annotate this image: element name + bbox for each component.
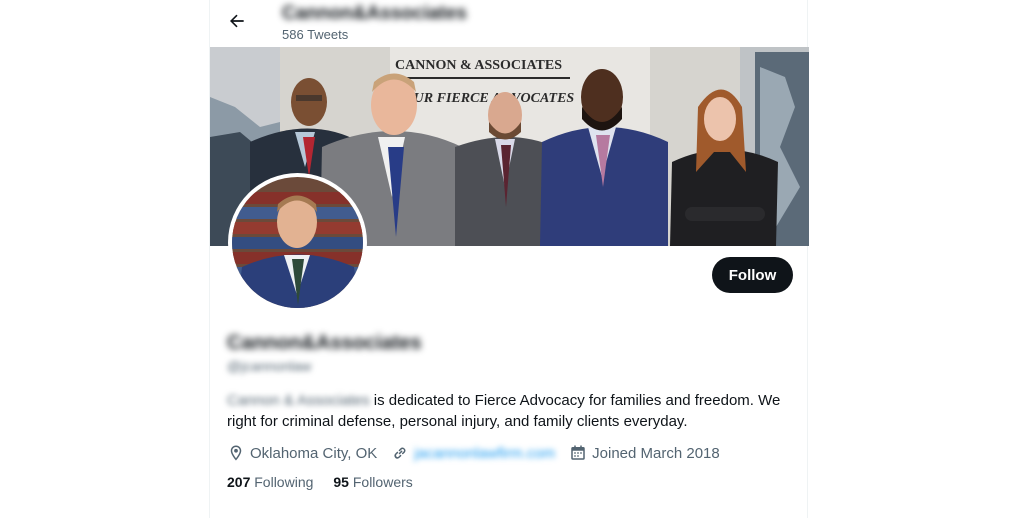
profile-display-name: Cannon&Associates — [227, 332, 422, 354]
following-link[interactable]: 207 Following — [227, 474, 313, 490]
location-text: Oklahoma City, OK — [250, 444, 378, 462]
joined-item: Joined March 2018 — [569, 444, 720, 462]
following-count: 207 — [227, 474, 251, 490]
joined-text: Joined March 2018 — [592, 444, 720, 462]
link-icon — [394, 447, 406, 459]
profile-column: Cannon&Associates 586 Tweets CANNON & AS… — [209, 0, 809, 518]
calendar-icon — [571, 445, 585, 460]
avatar-image — [232, 177, 363, 308]
banner-sign-line2: YOUR FIERCE ADVOCATES — [395, 91, 574, 106]
followers-link[interactable]: 95 Followers — [333, 474, 412, 490]
banner-sign-line1: CANNON & ASSOCIATES — [395, 58, 562, 73]
bio-mention-link[interactable]: Cannon & Associates — [227, 392, 370, 409]
back-button[interactable] — [220, 4, 254, 38]
location-pin-icon — [230, 445, 242, 461]
website-link[interactable]: jacannonlawfirm.com — [414, 445, 555, 462]
profile-stats: 207 Following 95 Followers — [227, 474, 433, 490]
profile-header-bar: Cannon&Associates 586 Tweets — [210, 0, 809, 47]
website-item: jacannonlawfirm.com — [391, 444, 555, 462]
following-label: Following — [250, 474, 314, 490]
follow-button[interactable]: Follow — [712, 257, 793, 293]
location-item: Oklahoma City, OK — [227, 444, 377, 462]
followers-label: Followers — [348, 474, 413, 490]
followers-count: 95 — [333, 474, 349, 490]
arrow-left-icon — [230, 14, 244, 28]
profile-bio: Cannon & Associates is dedicated to Fier… — [227, 390, 797, 432]
header-account-name: Cannon&Associates — [282, 3, 467, 24]
profile-avatar[interactable] — [228, 173, 367, 312]
profile-meta: Oklahoma City, OK jacannonlawfirm.com Jo… — [227, 442, 734, 464]
avatar-photo — [232, 177, 363, 308]
tweet-count: 586 Tweets — [282, 27, 349, 42]
profile-handle: @jcannonlaw — [227, 358, 312, 374]
